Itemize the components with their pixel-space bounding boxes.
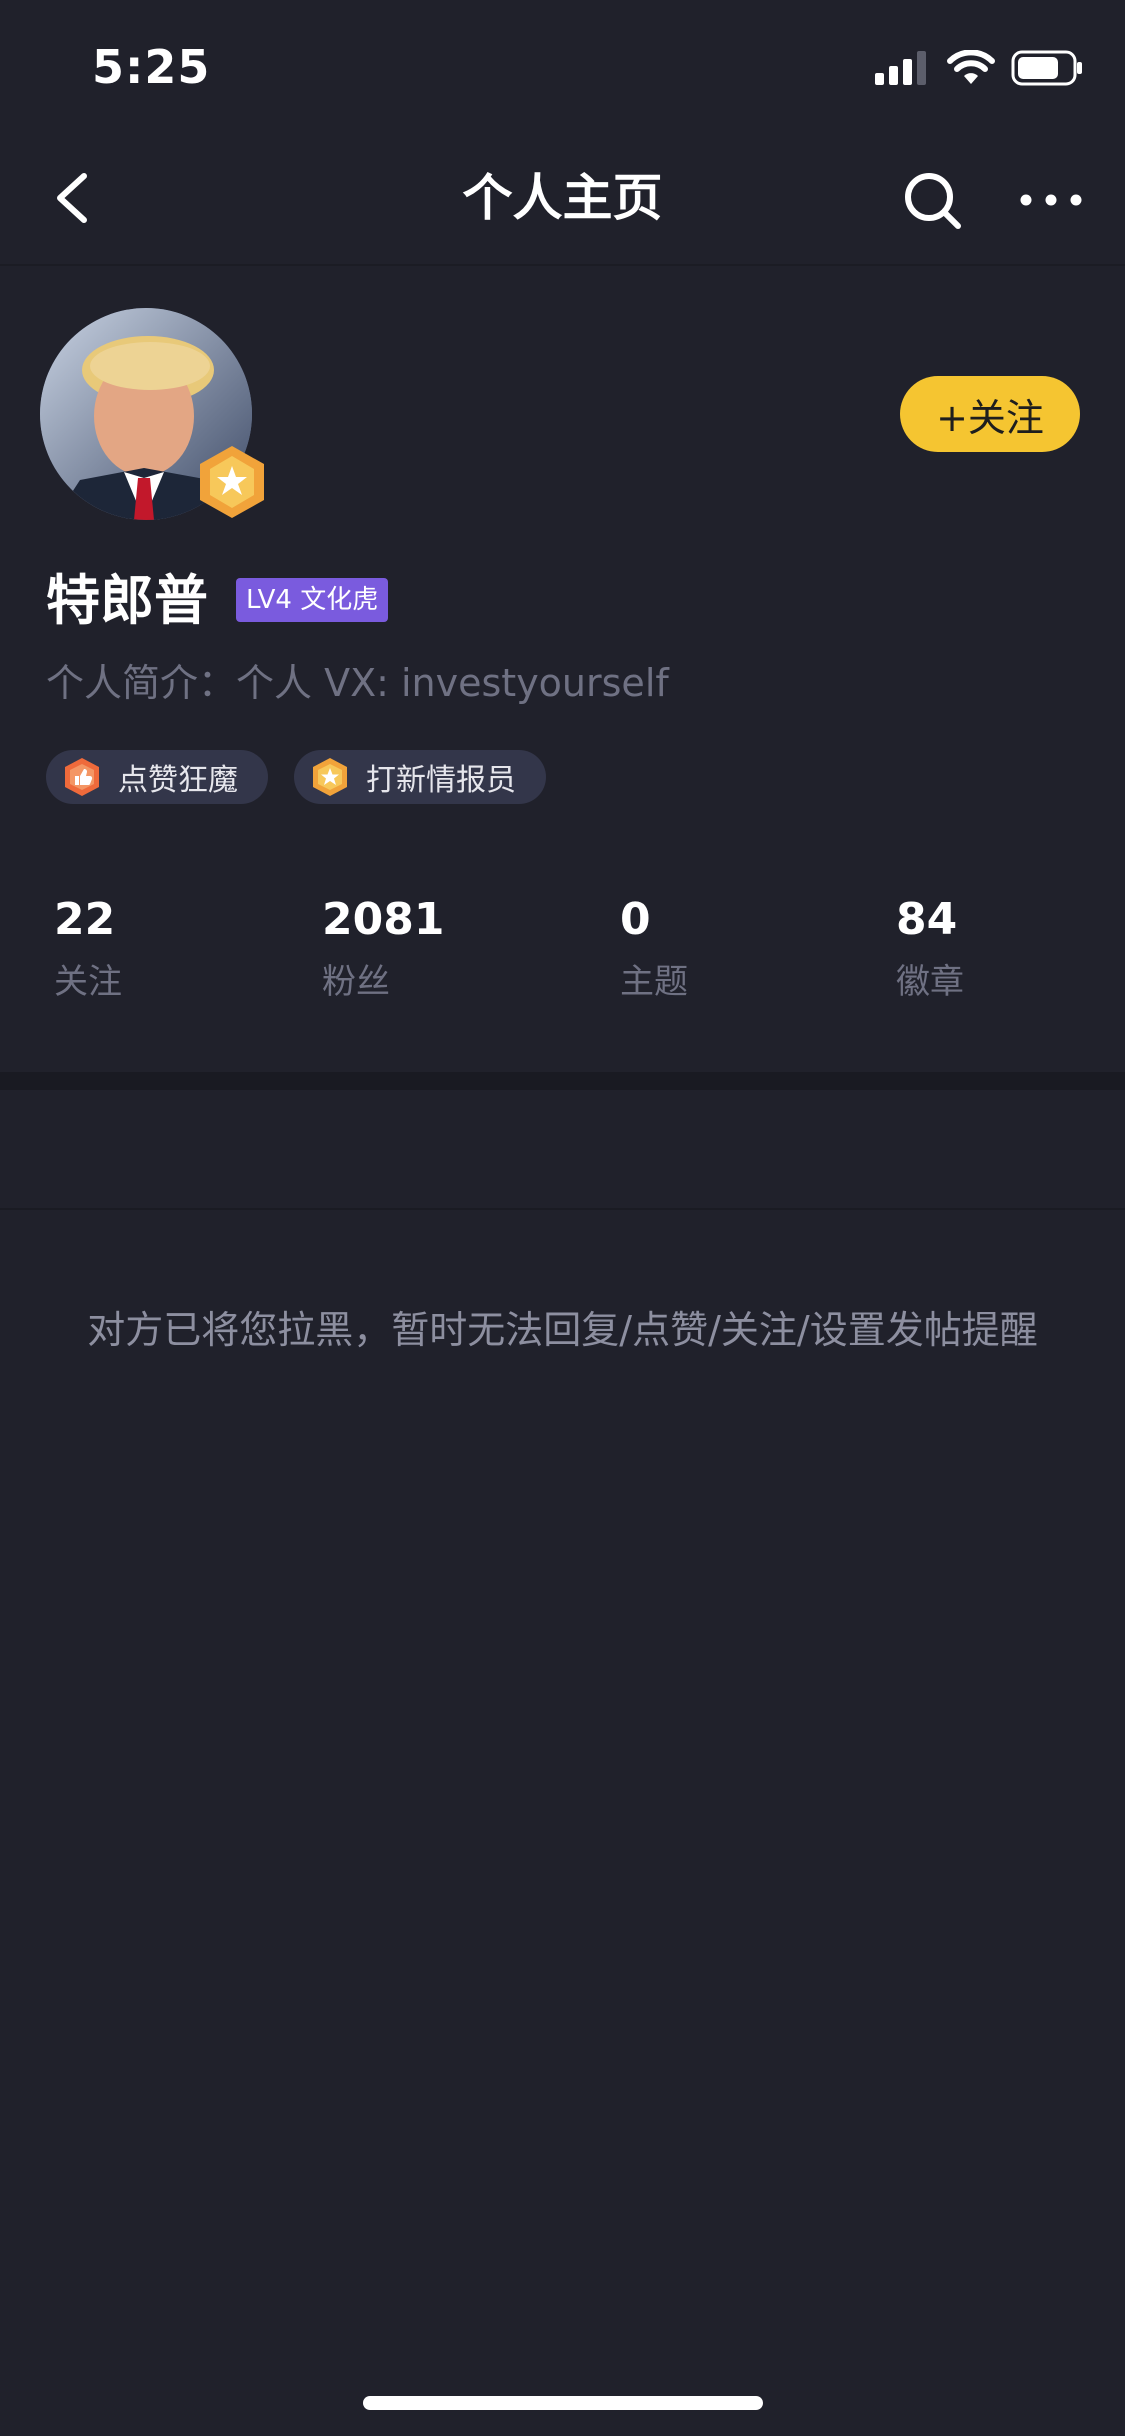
status-bar: 5:25 — [0, 0, 1125, 132]
blocked-message: 对方已将您拉黑，暂时无法回复/点赞/关注/设置发帖提醒 — [87, 1308, 1038, 1352]
tag-label: 点赞狂魔 — [118, 763, 238, 798]
avatar-container[interactable] — [40, 308, 264, 520]
like-medal-icon — [65, 758, 99, 796]
more-icon[interactable] — [1016, 168, 1086, 232]
status-time: 5:25 — [92, 40, 211, 94]
home-indicator[interactable] — [363, 2396, 763, 2410]
follow-button[interactable]: +关注 — [900, 376, 1080, 452]
stat-topics[interactable]: 0 主题 — [620, 892, 688, 1004]
stat-value: 84 — [896, 894, 958, 945]
nav-bar: 个人主页 — [0, 132, 1125, 264]
signal-icon — [875, 51, 926, 85]
wifi-icon — [947, 50, 995, 84]
tag-label: 打新情报员 — [366, 763, 516, 798]
tag-ipo-reporter[interactable]: 打新情报员 — [294, 750, 546, 804]
status-icons — [875, 50, 1083, 86]
stat-value: 2081 — [322, 894, 445, 945]
stat-following[interactable]: 22 关注 — [54, 892, 122, 1004]
stat-value: 0 — [620, 894, 651, 945]
medal-tags: 点赞狂魔 打新情报员 — [46, 750, 546, 804]
tag-like-master[interactable]: 点赞狂魔 — [46, 750, 268, 804]
stat-followers[interactable]: 2081 粉丝 — [322, 892, 444, 1004]
stat-label: 粉丝 — [322, 962, 390, 1002]
star-medal-icon — [313, 758, 347, 796]
stat-label: 主题 — [620, 962, 688, 1002]
verified-medal-icon — [200, 446, 264, 518]
stat-badges[interactable]: 84 徽章 — [896, 892, 964, 1004]
stat-label: 关注 — [54, 962, 122, 1002]
section-divider — [0, 1072, 1125, 1090]
stat-value: 22 — [54, 894, 116, 945]
bio: 个人简介：个人 VX: investyourself — [46, 661, 669, 705]
search-icon[interactable] — [900, 168, 964, 232]
level-badge[interactable]: LV4 文化虎 — [236, 578, 389, 622]
content-tabs-area — [0, 1090, 1125, 1210]
nav-divider — [0, 264, 1125, 266]
battery-icon — [1011, 50, 1082, 86]
username: 特郎普 — [46, 569, 208, 632]
stat-label: 徽章 — [896, 962, 964, 1002]
profile-stats: 22 关注 2081 粉丝 0 主题 84 徽章 — [0, 892, 1125, 1032]
